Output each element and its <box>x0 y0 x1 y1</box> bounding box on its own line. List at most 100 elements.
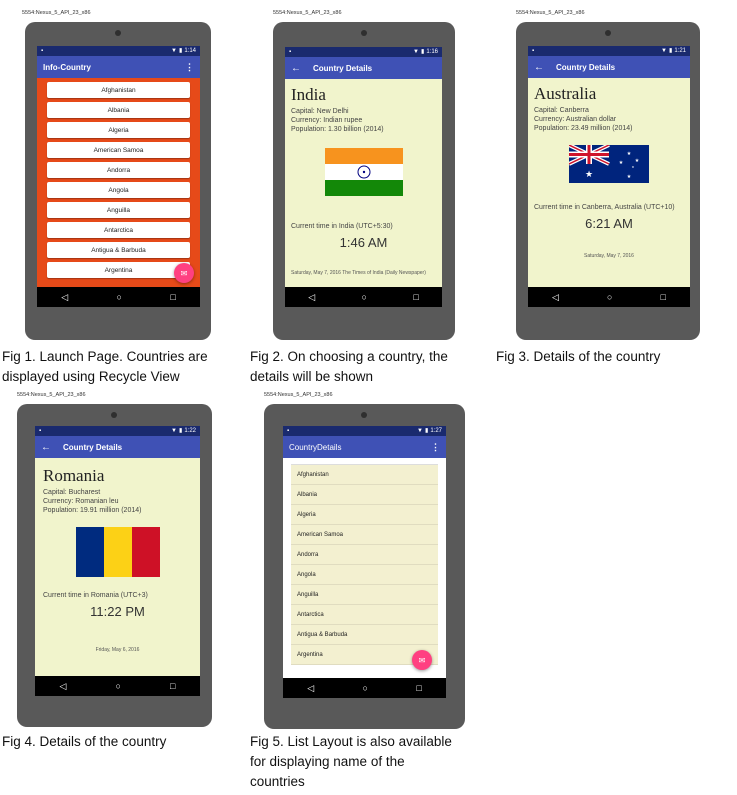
mail-icon: ✉ <box>418 655 426 665</box>
country-card[interactable]: Algeria <box>47 122 190 138</box>
system-nav-bar: ◁ ○ □ <box>283 678 446 698</box>
list-item[interactable]: Algeria <box>291 505 438 525</box>
phone-screen: ▪ ▼ ▮ 1:16 ← Country Details India Capital… <box>285 47 442 307</box>
emulator-label: 5554:Nexus_5_API_23_x86 <box>22 10 91 16</box>
country-card[interactable]: Angola <box>47 182 190 198</box>
emulator-label: 5554:Nexus_5_API_23_x86 <box>264 392 333 398</box>
list-item[interactable]: Albania <box>291 485 438 505</box>
country-card[interactable]: Antigua & Barbuda <box>47 242 190 258</box>
nav-back-button[interactable]: ◁ <box>552 292 559 303</box>
caption-line: Fig 4. Details of the country <box>2 734 167 749</box>
list-item[interactable]: Afghanistan <box>291 465 438 485</box>
country-details: India Capital: New Delhi Currency: India… <box>285 79 442 287</box>
country-card[interactable]: Argentina <box>47 262 190 278</box>
country-recycler-view[interactable]: Afghanistan Albania Algeria American Samoa A… <box>37 78 200 287</box>
back-arrow-icon[interactable]: ← <box>291 63 301 74</box>
panel-fig3: 5554:Nexus_5_API_23_x86 ▪ ▼ ▮ 1:21 ← Count… <box>516 10 700 340</box>
nav-recents-button[interactable]: □ <box>413 292 418 302</box>
nav-recents-button[interactable]: □ <box>170 292 175 302</box>
nav-back-button[interactable]: ◁ <box>60 681 67 692</box>
list-item[interactable]: American Samoa <box>291 525 438 545</box>
capital-text: Capital: New Delhi <box>291 108 349 115</box>
country-card[interactable]: American Samoa <box>47 142 190 158</box>
sim-icon: ▪ <box>39 428 42 434</box>
phone-screen: ▪ ▼ ▮ 1:22 ← Country Details Romania Capit… <box>35 426 200 696</box>
list-item[interactable]: Anguilla <box>291 585 438 605</box>
sim-icon: ▪ <box>532 48 535 54</box>
caption-fig3: Fig 3. Details of the country <box>496 347 660 367</box>
nav-back-button[interactable]: ◁ <box>307 683 314 694</box>
country-list-view[interactable]: Afghanistan Albania Algeria American Samoa A… <box>283 458 446 678</box>
mail-fab-button[interactable]: ✉ <box>412 650 432 670</box>
svg-text:★: ★ <box>627 174 632 180</box>
wifi-icon: ▼ <box>417 428 423 434</box>
svg-text:★: ★ <box>619 160 624 166</box>
app-bar: ← Country Details <box>285 57 442 79</box>
nav-back-button[interactable]: ◁ <box>308 292 315 303</box>
wifi-icon: ▼ <box>661 48 667 54</box>
time-label: Current time in Canberra, Australia (UTC… <box>534 204 675 211</box>
caption-line: for displaying name of the <box>250 754 405 769</box>
overflow-menu-icon[interactable]: ⋮ <box>185 62 194 73</box>
emulator-label: 5554:Nexus_5_API_23_x86 <box>516 10 585 16</box>
phone-frame: ▪ ▼ ▮ 1:14 Info-Country ⋮ Afghanistan Alban… <box>25 22 211 340</box>
status-time: 1:22 <box>184 428 196 434</box>
list-item[interactable]: Antarctica <box>291 605 438 625</box>
system-nav-bar: ◁ ○ □ <box>285 287 442 307</box>
country-details: Romania Capital: Bucharest Currency: Rom… <box>35 458 200 676</box>
list-item[interactable]: Antigua & Barbuda <box>291 625 438 645</box>
country-card[interactable]: Andorra <box>47 162 190 178</box>
emulator-label: 5554:Nexus_5_API_23_x86 <box>17 392 86 398</box>
battery-icon: ▮ <box>179 48 183 54</box>
current-time: 1:46 AM <box>339 235 388 250</box>
status-time: 1:16 <box>426 49 438 55</box>
status-bar: ▪ ▼ ▮ 1:22 <box>35 426 200 436</box>
battery-icon: ▮ <box>425 428 429 434</box>
capital-text: Capital: Bucharest <box>43 489 101 496</box>
mail-fab-button[interactable]: ✉ <box>174 263 194 283</box>
wifi-icon: ▼ <box>413 49 419 55</box>
panel-fig5: 5554:Nexus_5_API_23_x86 ▪ ▼ ▮ 1:27 Country… <box>264 392 465 729</box>
battery-icon: ▮ <box>179 428 183 434</box>
population-text: Population: 23.49 million (2014) <box>534 125 633 132</box>
caption-line: countries <box>250 774 305 789</box>
caption-fig2: Fig 2. On choosing a country, the detail… <box>250 347 448 387</box>
panel-fig2: 5554:Nexus_5_API_23_x86 ▪ ▼ ▮ 1:16 ← Count… <box>273 10 455 340</box>
phone-frame: ▪ ▼ ▮ 1:27 CountryDetails ⋮ Afghanistan Alb… <box>264 404 465 729</box>
svg-text:★: ★ <box>585 169 593 179</box>
list-item[interactable]: Andorra <box>291 545 438 565</box>
date-footnote: Saturday, May 7, 2016 <box>584 253 634 259</box>
svg-text:★: ★ <box>632 165 635 169</box>
nav-home-button[interactable]: ○ <box>362 292 367 302</box>
app-title: Country Details <box>556 62 616 72</box>
system-nav-bar: ◁ ○ □ <box>35 676 200 696</box>
sim-icon: ▪ <box>287 428 290 434</box>
panel-fig4: 5554:Nexus_5_API_23_x86 ▪ ▼ ▮ 1:22 ← Count… <box>17 392 212 727</box>
phone-frame: ▪ ▼ ▮ 1:22 ← Country Details Romania Capit… <box>17 404 212 727</box>
nav-recents-button[interactable]: □ <box>661 292 666 302</box>
nav-home-button[interactable]: ○ <box>116 681 121 691</box>
back-arrow-icon[interactable]: ← <box>41 442 51 453</box>
nav-home-button[interactable]: ○ <box>117 292 122 302</box>
country-card[interactable]: Anguilla <box>47 202 190 218</box>
country-card[interactable]: Antarctica <box>47 222 190 238</box>
nav-recents-button[interactable]: □ <box>416 683 421 693</box>
nav-back-button[interactable]: ◁ <box>61 292 68 303</box>
caption-fig5: Fig 5. List Layout is also available for… <box>250 732 452 792</box>
list-item[interactable]: Angola <box>291 565 438 585</box>
nav-home-button[interactable]: ○ <box>363 683 368 693</box>
app-bar: CountryDetails ⋮ <box>283 436 446 458</box>
currency-text: Currency: Indian rupee <box>291 117 363 124</box>
battery-icon: ▮ <box>669 48 673 54</box>
svg-text:★: ★ <box>627 151 632 157</box>
country-card[interactable]: Afghanistan <box>47 82 190 98</box>
country-card[interactable]: Albania <box>47 102 190 118</box>
nav-recents-button[interactable]: □ <box>170 681 175 691</box>
phone-screen: ▪ ▼ ▮ 1:27 CountryDetails ⋮ Afghanistan Alb… <box>283 426 446 698</box>
romania-flag-image <box>75 527 160 577</box>
status-time: 1:14 <box>184 48 196 54</box>
overflow-menu-icon[interactable]: ⋮ <box>431 442 440 453</box>
nav-home-button[interactable]: ○ <box>607 292 612 302</box>
back-arrow-icon[interactable]: ← <box>534 62 544 73</box>
time-label: Current time in Romania (UTC+3) <box>43 592 148 599</box>
